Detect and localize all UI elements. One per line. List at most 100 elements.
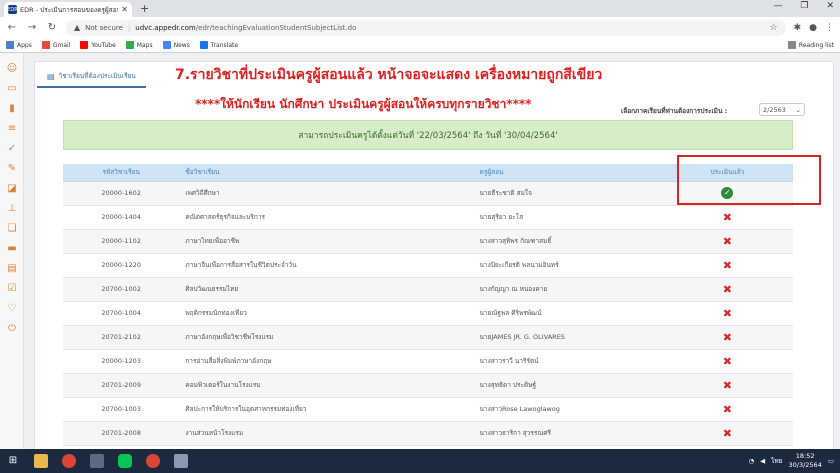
news-icon: [162, 41, 171, 49]
evaluation-status[interactable]: ✖: [661, 253, 793, 278]
x-mark-icon[interactable]: ✖: [723, 259, 732, 272]
evaluation-period-notice: สามารถประเมินครูได้ตั้งแต่วันที่ '22/03/…: [63, 120, 793, 150]
chrome-icon[interactable]: [62, 454, 76, 468]
table-row[interactable]: 20700-1004 พฤติกรรมนักท่องเที่ยว นายณัฐพล …: [63, 301, 793, 326]
document-icon: ▤: [47, 71, 55, 81]
browser-tab[interactable]: EDR EDR - ประเมินการสอนของครูผู้สอนนักศึ…: [4, 2, 132, 17]
table-row[interactable]: 20701-2009 คอมพิวเตอร์ในงานโรงแรม นางสุทธิ…: [63, 373, 793, 398]
evaluation-status[interactable]: ✖: [661, 229, 793, 254]
evaluation-status[interactable]: ✖: [661, 205, 793, 230]
table-row[interactable]: 20700-1003 ศิลปะการให้บริการในอุตสาหกรรมท…: [63, 397, 793, 422]
window-close-icon[interactable]: ✕: [826, 1, 834, 11]
bookmark-maps[interactable]: Maps: [125, 41, 153, 49]
reading-list[interactable]: Reading list: [787, 41, 834, 49]
warning-icon[interactable]: ▲: [74, 23, 80, 32]
term-select[interactable]: 2/2563 ⌄: [759, 103, 805, 116]
subject-name: ศิลปวัฒนธรรมไทย: [179, 277, 474, 302]
user-icon[interactable]: ☺: [6, 63, 18, 75]
tab-subjects-to-evaluate[interactable]: ▤ วิชาเรียนที่ต้องประเมินเรียน: [37, 66, 146, 88]
language-indicator[interactable]: ไทย: [771, 456, 782, 466]
subject-code: 20000-1203: [63, 349, 180, 374]
x-mark-icon[interactable]: ✖: [723, 211, 732, 224]
system-tray: ◔ ◀ ไทย 18:52 30/3/2564 ▭: [748, 452, 834, 470]
table-row[interactable]: 20000-1102 ภาษาไทยเพื่ออาชีพ นางสาวสุทิพร …: [63, 229, 793, 254]
x-mark-icon[interactable]: ✖: [723, 331, 732, 344]
subject-name: ศิลปะการให้บริการในอุตสาหกรรมท่องเที่ยว: [179, 397, 474, 422]
document-icon[interactable]: ▤: [6, 263, 18, 275]
file-explorer-icon[interactable]: [34, 454, 48, 468]
bookmark-gmail[interactable]: Gmail: [41, 41, 70, 49]
address-bar: ← → ↻ ▲ Not secure | udvc.appedr.com/edr…: [0, 17, 840, 38]
subtab-label: วิชาเรียนที่ต้องประเมินเรียน: [58, 72, 136, 80]
list-icon[interactable]: ≡: [6, 123, 18, 135]
subject-code: 20701-2009: [63, 373, 180, 398]
evaluation-status[interactable]: ✖: [661, 421, 793, 446]
table-row[interactable]: 20000-1404 คณิตศาสตร์ธุรกิจและบริการ นายสุ…: [63, 205, 793, 230]
heart-icon[interactable]: ♡: [6, 303, 18, 315]
power-icon[interactable]: ⏻: [6, 323, 18, 335]
chart-icon[interactable]: ▮: [6, 103, 18, 115]
bookmark-youtube[interactable]: YouTube: [80, 41, 116, 49]
extensions-icon[interactable]: ✱: [794, 23, 802, 33]
wifi-icon[interactable]: ◔: [748, 457, 754, 465]
book-icon[interactable]: ▭: [6, 83, 18, 95]
instruction-heading: 7.รายวิชาที่ประเมินครูผู้สอนแล้ว หน้าจอจ…: [175, 67, 603, 83]
subject-name: คอมพิวเตอร์ในงานโรงแรม: [179, 373, 474, 398]
window-controls: — ❐ ✕: [773, 1, 834, 11]
x-mark-icon[interactable]: ✖: [723, 307, 732, 320]
table-row[interactable]: 20000-1220 ภาษาจีนเพื่อการสื่อสารในชีวิตป…: [63, 253, 793, 278]
evaluation-status[interactable]: ✖: [661, 301, 793, 326]
pinned-app-icon[interactable]: [174, 454, 188, 468]
new-tab-icon[interactable]: +: [140, 2, 149, 15]
table-row[interactable]: 20700-1002 ศิลปวัฒนธรรมไทย นางกัญญา ณ หนอง…: [63, 277, 793, 302]
evaluation-status[interactable]: ✖: [661, 277, 793, 302]
forward-icon[interactable]: →: [26, 22, 38, 33]
x-mark-icon[interactable]: ✖: [723, 403, 732, 416]
eraser-icon[interactable]: ◪: [6, 183, 18, 195]
clock[interactable]: 18:52 30/3/2564: [789, 452, 822, 470]
line-icon[interactable]: [118, 454, 132, 468]
x-mark-icon[interactable]: ✖: [723, 379, 732, 392]
table-row[interactable]: 20701-2008 งานส่วนหน้าโรงแรม นางสาวธาริกา …: [63, 421, 793, 446]
profile-icon[interactable]: ●: [809, 23, 817, 33]
x-mark-icon[interactable]: ✖: [723, 355, 732, 368]
bookmark-translate[interactable]: Translate: [199, 41, 238, 49]
teacher-name: นายธีระชาติ สมใจ: [473, 181, 662, 206]
x-mark-icon[interactable]: ✖: [723, 235, 732, 248]
volume-icon[interactable]: ◀: [760, 457, 765, 465]
evaluation-status[interactable]: ✖: [661, 349, 793, 374]
back-icon[interactable]: ←: [6, 22, 18, 33]
clock-time: 18:52: [795, 452, 815, 460]
bookmark-news[interactable]: News: [162, 41, 190, 49]
evaluation-status[interactable]: ✖: [661, 373, 793, 398]
app-icon[interactable]: [90, 454, 104, 468]
x-mark-icon[interactable]: ✖: [723, 283, 732, 296]
url-input[interactable]: ▲ Not secure | udvc.appedr.com/edr/teach…: [66, 19, 786, 36]
subject-name: พฤติกรรมนักท่องเที่ยว: [179, 301, 474, 326]
windows-start-icon[interactable]: ⊞: [6, 454, 20, 468]
pencil-icon[interactable]: ✎: [6, 163, 18, 175]
reload-icon[interactable]: ↻: [46, 22, 58, 33]
bookmark-apps[interactable]: Apps: [6, 41, 32, 49]
menu-icon[interactable]: ⋮: [825, 23, 834, 33]
chevron-down-icon: ⌄: [795, 105, 801, 114]
notification-icon[interactable]: ▭: [828, 457, 834, 465]
stamp-icon[interactable]: ⊥: [6, 203, 18, 215]
check-icon[interactable]: ✓: [6, 143, 18, 155]
star-icon[interactable]: ☆: [770, 23, 778, 33]
checklist-icon[interactable]: ☑: [6, 283, 18, 295]
copy-icon[interactable]: ❏: [6, 223, 18, 235]
card-icon[interactable]: ▬: [6, 243, 18, 255]
table-row[interactable]: 20000-1203 การอ่านสื่อสิ่งพิมพ์ภาษาอังกฤษ…: [63, 349, 793, 374]
main-page: ▤ วิชาเรียนที่ต้องประเมินเรียน 7.รายวิชา…: [24, 53, 840, 451]
subject-code: 20000-1102: [63, 229, 180, 254]
evaluation-status[interactable]: ✖: [661, 325, 793, 350]
x-mark-icon[interactable]: ✖: [723, 427, 732, 440]
close-icon[interactable]: ✕: [121, 5, 128, 14]
restore-icon[interactable]: ❐: [800, 1, 808, 11]
evaluation-status[interactable]: ✖: [661, 397, 793, 422]
minimize-icon[interactable]: —: [773, 1, 782, 11]
subject-name: เพศวิถีศึกษา: [179, 181, 474, 206]
chrome-profile-icon[interactable]: [146, 454, 160, 468]
table-row[interactable]: 20701-2102 ภาษาอังกฤษเพื่อวิชาชีพโรงแรม นา…: [63, 325, 793, 350]
